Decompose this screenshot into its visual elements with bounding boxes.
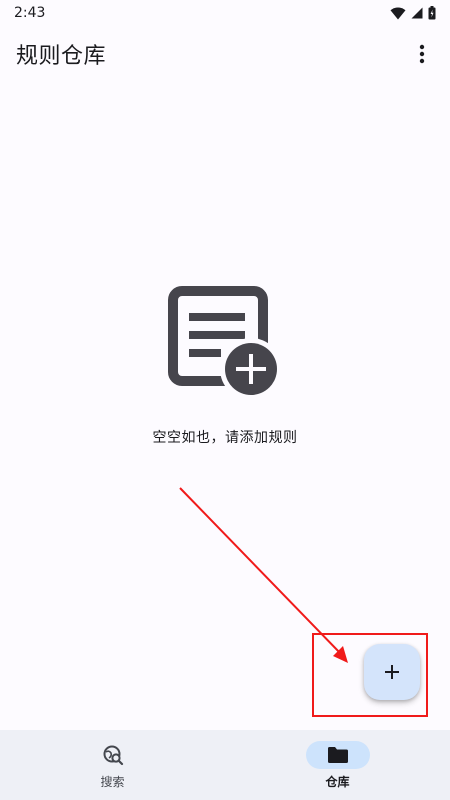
- arrow-line: [179, 487, 343, 656]
- status-time: 2:43: [14, 5, 46, 21]
- empty-state: 空空如也，请添加规则: [0, 285, 450, 447]
- bottom-navigation: 搜索 仓库: [0, 730, 450, 800]
- page-title: 规则仓库: [16, 44, 107, 69]
- more-vert-icon: [419, 44, 425, 64]
- app-bar: 规则仓库: [0, 26, 450, 82]
- nav-pill-search: [81, 741, 145, 769]
- nav-item-repository[interactable]: 仓库: [225, 730, 450, 800]
- wifi-icon: [390, 7, 406, 19]
- nav-label-search: 搜索: [100, 775, 125, 789]
- nav-item-search[interactable]: 搜索: [0, 730, 225, 800]
- nav-label-repository: 仓库: [325, 775, 350, 789]
- folder-icon: [327, 747, 348, 763]
- battery-icon: [428, 6, 436, 20]
- plus-icon: [385, 665, 399, 679]
- add-rule-fab[interactable]: [364, 644, 420, 700]
- empty-message: 空空如也，请添加规则: [152, 430, 298, 446]
- add-document-icon: [168, 286, 282, 400]
- more-options-button[interactable]: [406, 38, 438, 70]
- cell-signal-icon: [411, 7, 423, 19]
- status-bar: 2:43: [0, 0, 450, 26]
- status-icons: [390, 6, 436, 20]
- search-globe-icon: [103, 745, 123, 766]
- arrow-head: [333, 646, 348, 663]
- nav-pill-repository: [305, 741, 370, 769]
